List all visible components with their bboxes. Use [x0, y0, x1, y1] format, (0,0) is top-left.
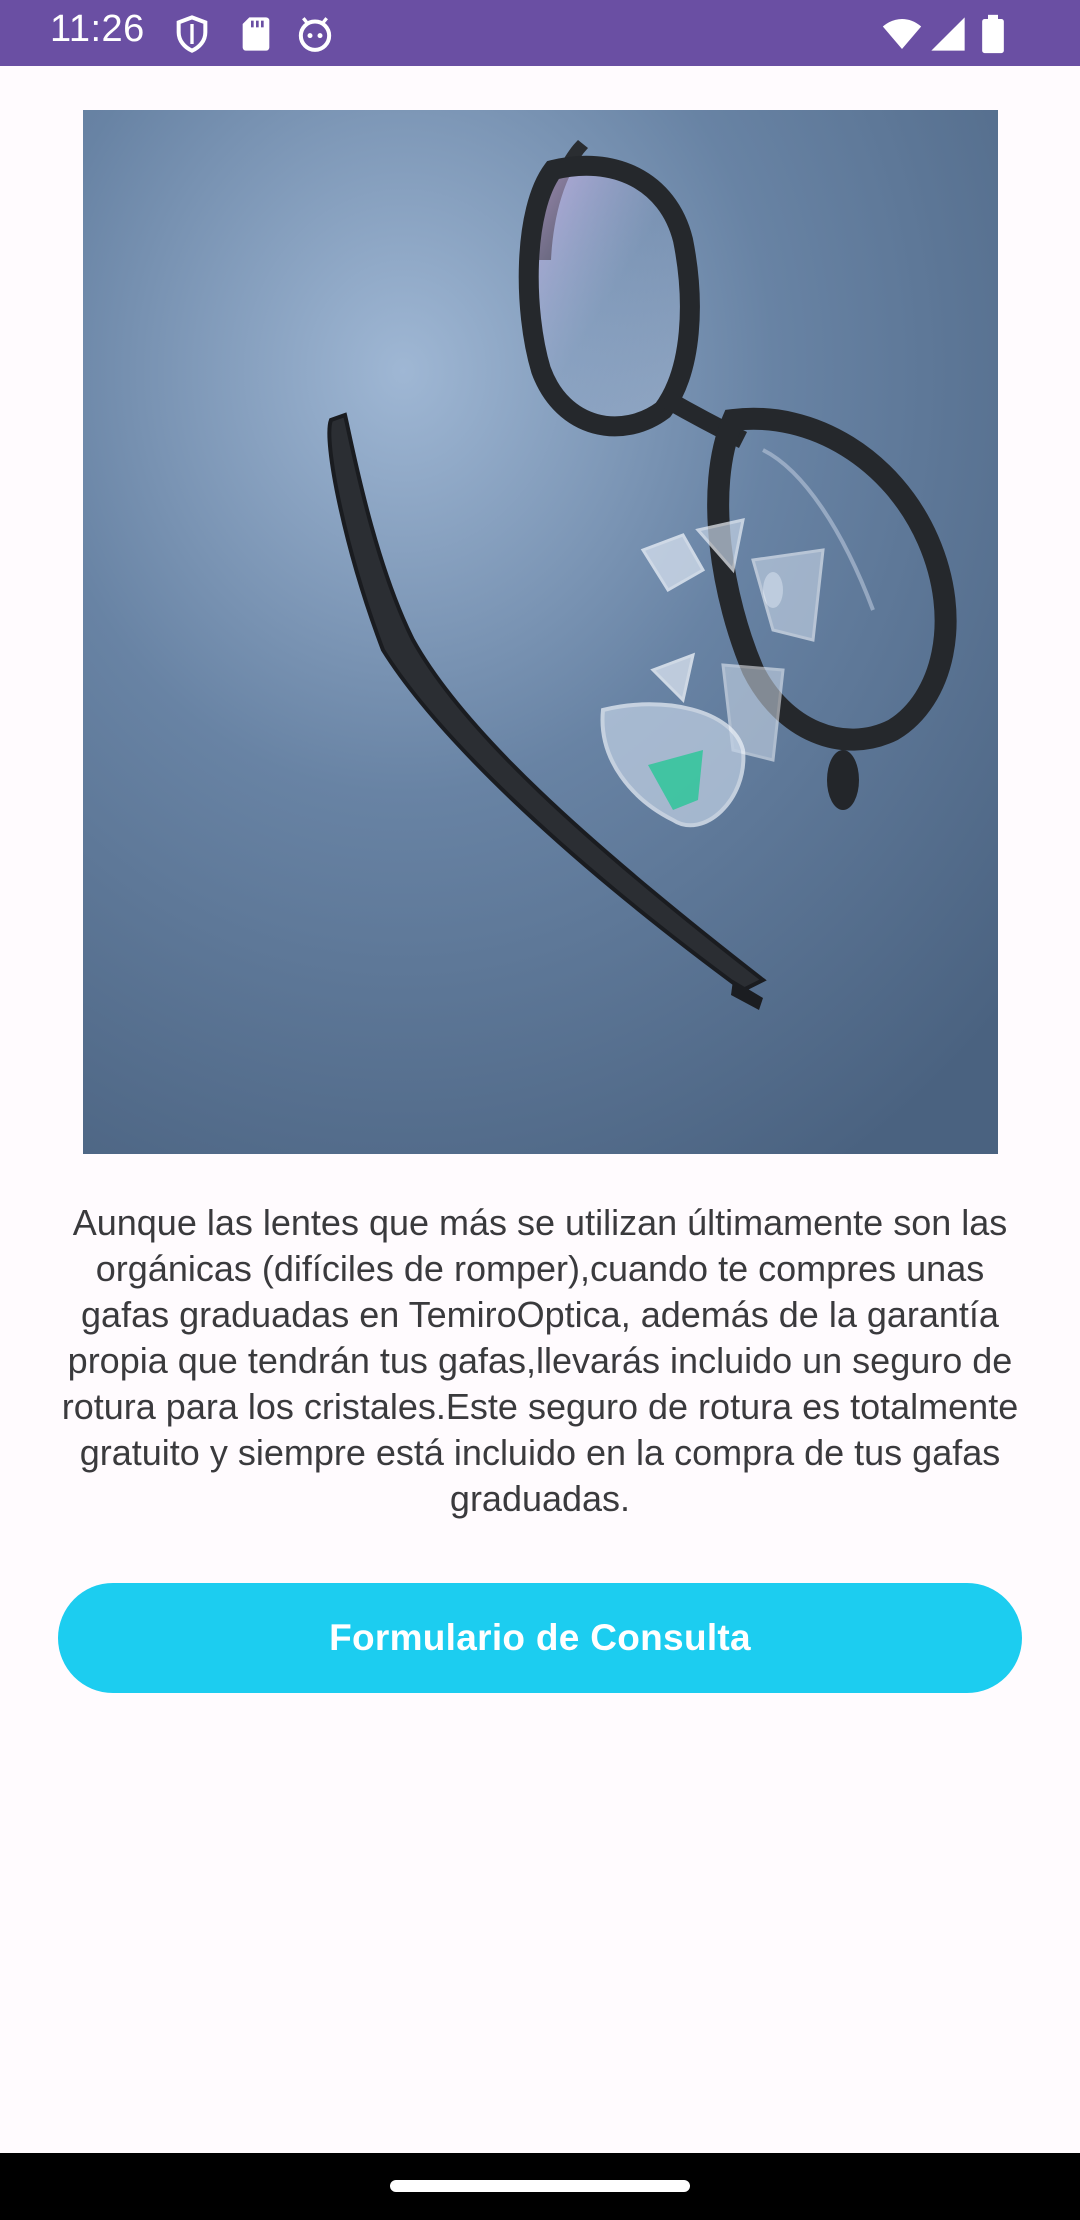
- status-bar: 11:26: [0, 0, 1080, 66]
- home-gesture-handle[interactable]: [390, 2180, 690, 2192]
- consult-form-button[interactable]: Formulario de Consulta: [58, 1583, 1022, 1693]
- wifi-icon: [880, 14, 924, 54]
- cell-signal-icon: [928, 14, 968, 54]
- shield-icon: [172, 14, 212, 54]
- broken-glasses-photo: [83, 110, 998, 1154]
- android-debug-icon: [295, 14, 335, 54]
- insurance-description: Aunque las lentes que más se utilizan úl…: [61, 1202, 1019, 1519]
- status-time: 11:26: [50, 8, 145, 50]
- battery-icon: [978, 14, 1008, 54]
- sd-card-icon: [236, 14, 276, 54]
